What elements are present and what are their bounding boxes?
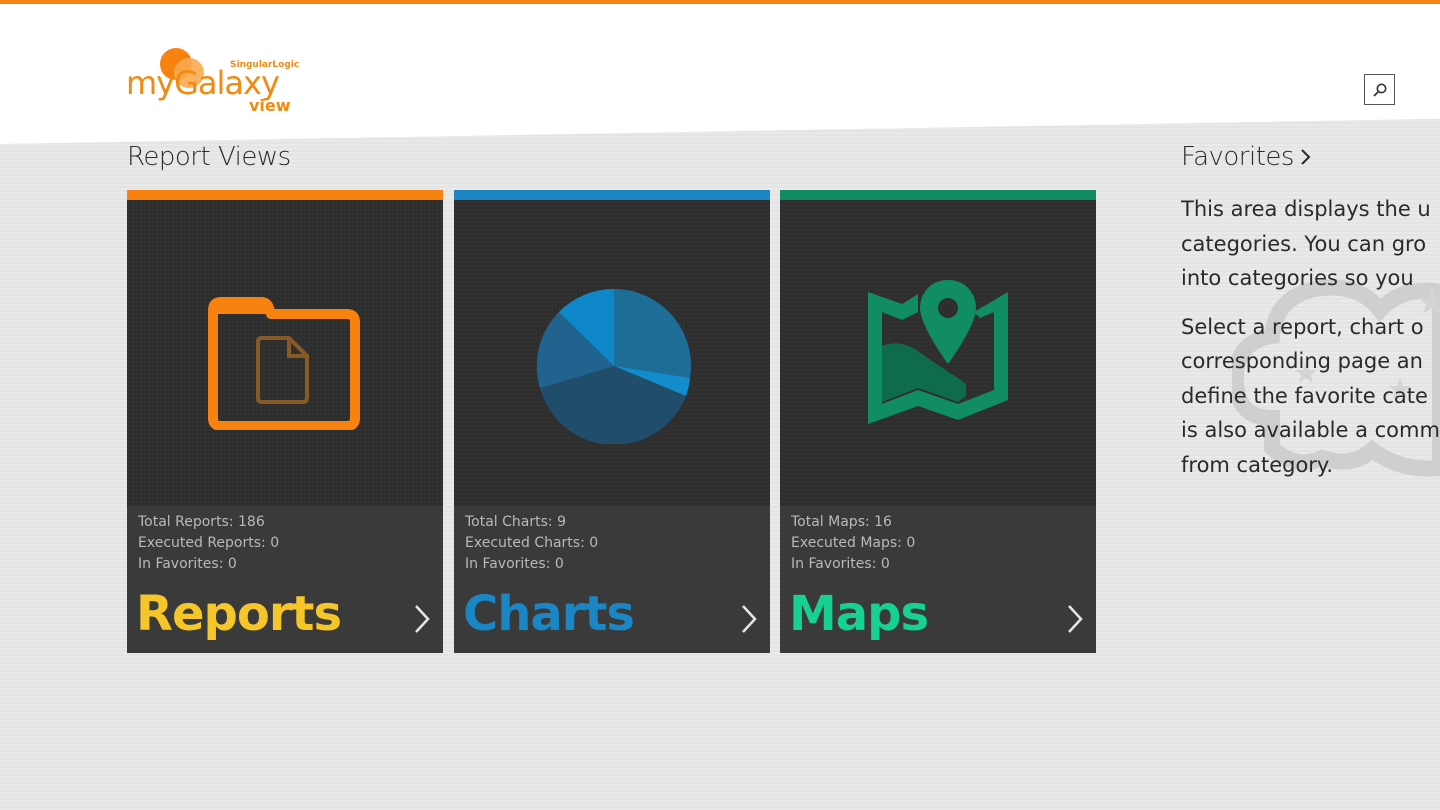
stat-executed: Executed Reports: 0: [138, 535, 280, 551]
tile-artwork: [454, 200, 770, 506]
chevron-right-icon: [1068, 605, 1083, 633]
charts-tile[interactable]: Total Charts: 9 Executed Charts: 0 In Fa…: [454, 190, 770, 653]
chevron-right-icon: [415, 605, 430, 633]
stat-total: Total Reports: 186: [138, 514, 265, 530]
tile-accent-bar: [127, 190, 443, 200]
favorites-link[interactable]: Favorites: [1181, 142, 1312, 172]
tile-artwork: [780, 200, 1096, 506]
search-icon: [1372, 83, 1386, 97]
stat-favorites: In Favorites: 0: [791, 556, 890, 572]
text-line: define the favorite cate: [1181, 383, 1428, 408]
logo-sub-text: view: [249, 96, 291, 115]
stat-executed: Executed Charts: 0: [465, 535, 599, 551]
favorites-paragraph-1: This area displays the u categories. You…: [1181, 192, 1440, 296]
tile-artwork: [127, 200, 443, 506]
text-line: corresponding page an: [1181, 349, 1423, 373]
text-line: categories. You can gro: [1181, 231, 1427, 256]
tile-info: Total Maps: 16 Executed Maps: 0 In Favor…: [780, 506, 1096, 653]
logo-maker-text: SingularLogic: [230, 60, 300, 70]
map-pin-icon: [868, 280, 1008, 424]
tile-title: Maps: [789, 586, 929, 642]
chevron-right-icon: [1301, 149, 1311, 165]
report-views-title: Report Views: [127, 142, 291, 172]
stat-executed: Executed Maps: 0: [791, 535, 916, 551]
tile-accent-bar: [780, 190, 1096, 200]
top-accent-bar: [0, 0, 1440, 4]
text-line: This area displays the u: [1181, 197, 1431, 221]
text-line: is also available a comm: [1181, 418, 1440, 442]
tile-info: Total Reports: 186 Executed Reports: 0 I…: [127, 506, 443, 653]
stat-favorites: In Favorites: 0: [138, 556, 237, 572]
stat-total: Total Charts: 9: [465, 514, 566, 530]
favorites-description: This area displays the u categories. You…: [1181, 192, 1440, 512]
stat-total: Total Maps: 16: [791, 514, 892, 530]
tile-accent-bar: [454, 190, 770, 200]
favorites-title: Favorites: [1181, 142, 1294, 172]
maps-tile[interactable]: Total Maps: 16 Executed Maps: 0 In Favor…: [780, 190, 1096, 653]
chevron-right-icon: [742, 605, 757, 633]
folder-document-icon: [208, 297, 360, 430]
tile-title: Reports: [136, 586, 342, 642]
favorites-paragraph-2: Select a report, chart o corresponding p…: [1181, 310, 1440, 483]
pie-chart-icon: [536, 288, 691, 444]
text-line: from category.: [1181, 452, 1334, 477]
tile-title: Charts: [463, 586, 635, 642]
text-line: into categories so you: [1181, 266, 1414, 290]
reports-tile[interactable]: Total Reports: 186 Executed Reports: 0 I…: [127, 190, 443, 653]
stat-favorites: In Favorites: 0: [465, 556, 564, 572]
search-button[interactable]: [1364, 74, 1395, 105]
tile-info: Total Charts: 9 Executed Charts: 0 In Fa…: [454, 506, 770, 653]
text-line: Select a report, chart o: [1181, 314, 1424, 339]
app-logo: myGalaxy SingularLogic view: [122, 44, 322, 116]
